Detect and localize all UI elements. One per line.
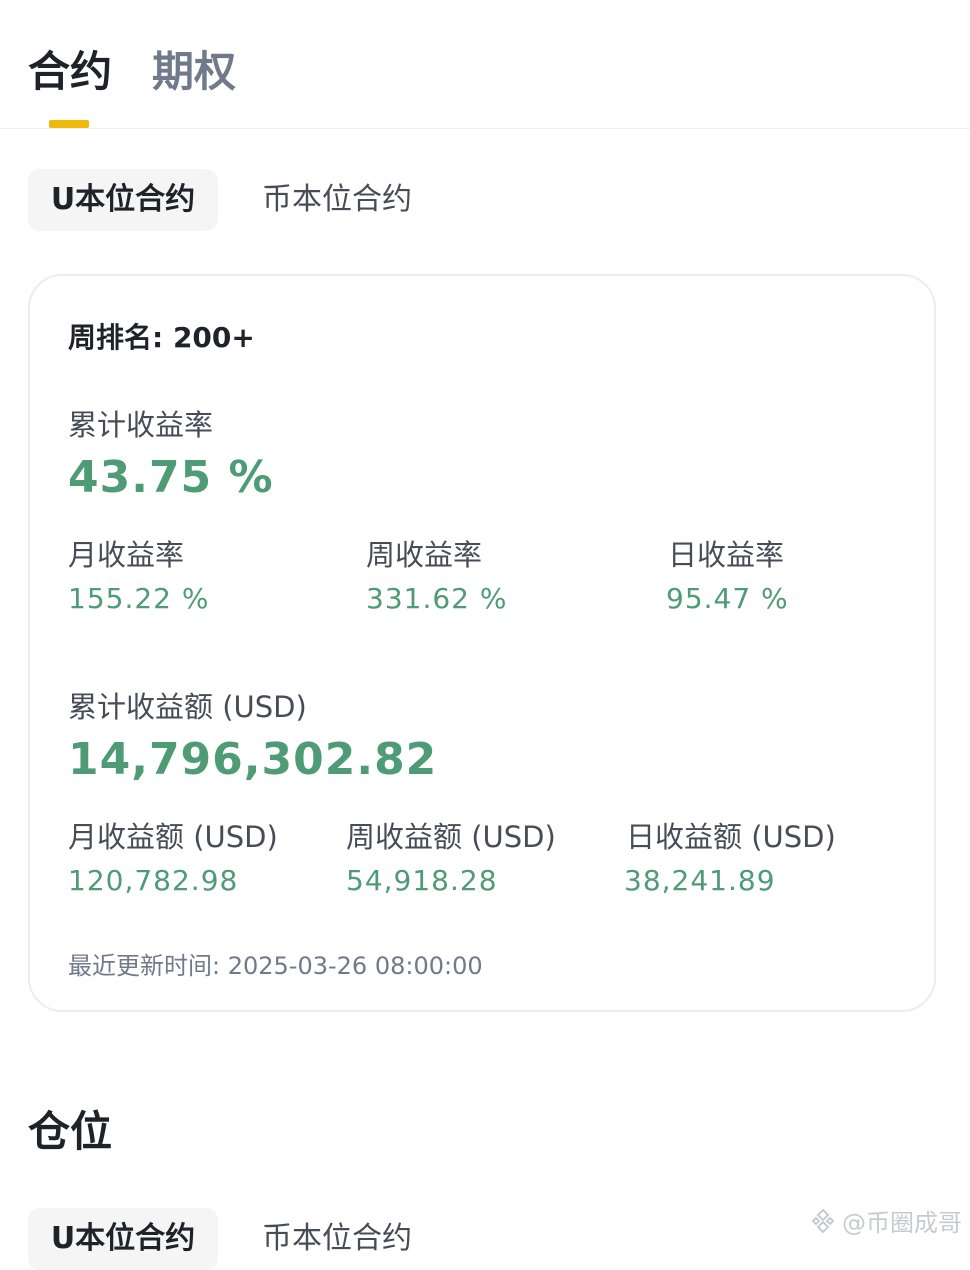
weekly-rate-label: 周收益率 — [366, 538, 483, 572]
positions-coinm-button[interactable]: 币本位合约 — [262, 1208, 412, 1270]
performance-card: 周排名: 200+ 累计收益率 43.75 % 月收益率 155.22 % 周收… — [28, 274, 936, 1012]
weekly-amount-label: 周收益额 (USD) — [346, 820, 556, 854]
tab-futures[interactable]: 合约 — [28, 44, 112, 100]
cumulative-amount-label: 累计收益额 (USD) — [68, 690, 307, 724]
top-tab-bar: 合约 期权 — [0, 0, 970, 129]
monthly-rate-label: 月收益率 — [68, 538, 185, 572]
monthly-amount-value: 120,782.98 — [68, 864, 239, 897]
positions-title: 仓位 — [28, 1107, 113, 1156]
daily-amount-label: 日收益额 (USD) — [626, 820, 836, 854]
positions-usdm-button[interactable]: U本位合约 — [28, 1208, 218, 1270]
contract-type-segment: U本位合约 币本位合约 — [28, 169, 628, 231]
weekly-rank: 周排名: 200+ — [68, 321, 255, 354]
binance-logo-icon — [811, 1208, 835, 1233]
watermark: @币圈成哥 — [810, 1203, 962, 1238]
active-tab-indicator — [49, 120, 89, 128]
usdm-futures-button[interactable]: U本位合约 — [28, 169, 218, 231]
weekly-amount-value: 54,918.28 — [346, 864, 498, 897]
weekly-rate-value: 331.62 % — [366, 582, 508, 615]
daily-rate-value: 95.47 % — [666, 582, 789, 615]
cumulative-rate-value: 43.75 % — [68, 452, 274, 503]
monthly-rate-value: 155.22 % — [68, 582, 210, 615]
monthly-amount-label: 月收益额 (USD) — [68, 820, 278, 854]
coinm-futures-button[interactable]: 币本位合约 — [262, 169, 412, 231]
positions-contract-type-segment: U本位合约 币本位合约 — [28, 1208, 628, 1270]
tab-options[interactable]: 期权 — [152, 44, 236, 100]
last-updated-time: 最近更新时间: 2025-03-26 08:00:00 — [68, 952, 483, 980]
daily-amount-value: 38,241.89 — [624, 864, 776, 897]
cumulative-amount-value: 14,796,302.82 — [68, 734, 438, 785]
daily-rate-label: 日收益率 — [668, 538, 785, 572]
watermark-text: @币圈成哥 — [842, 1209, 962, 1237]
cumulative-rate-label: 累计收益率 — [68, 408, 214, 442]
